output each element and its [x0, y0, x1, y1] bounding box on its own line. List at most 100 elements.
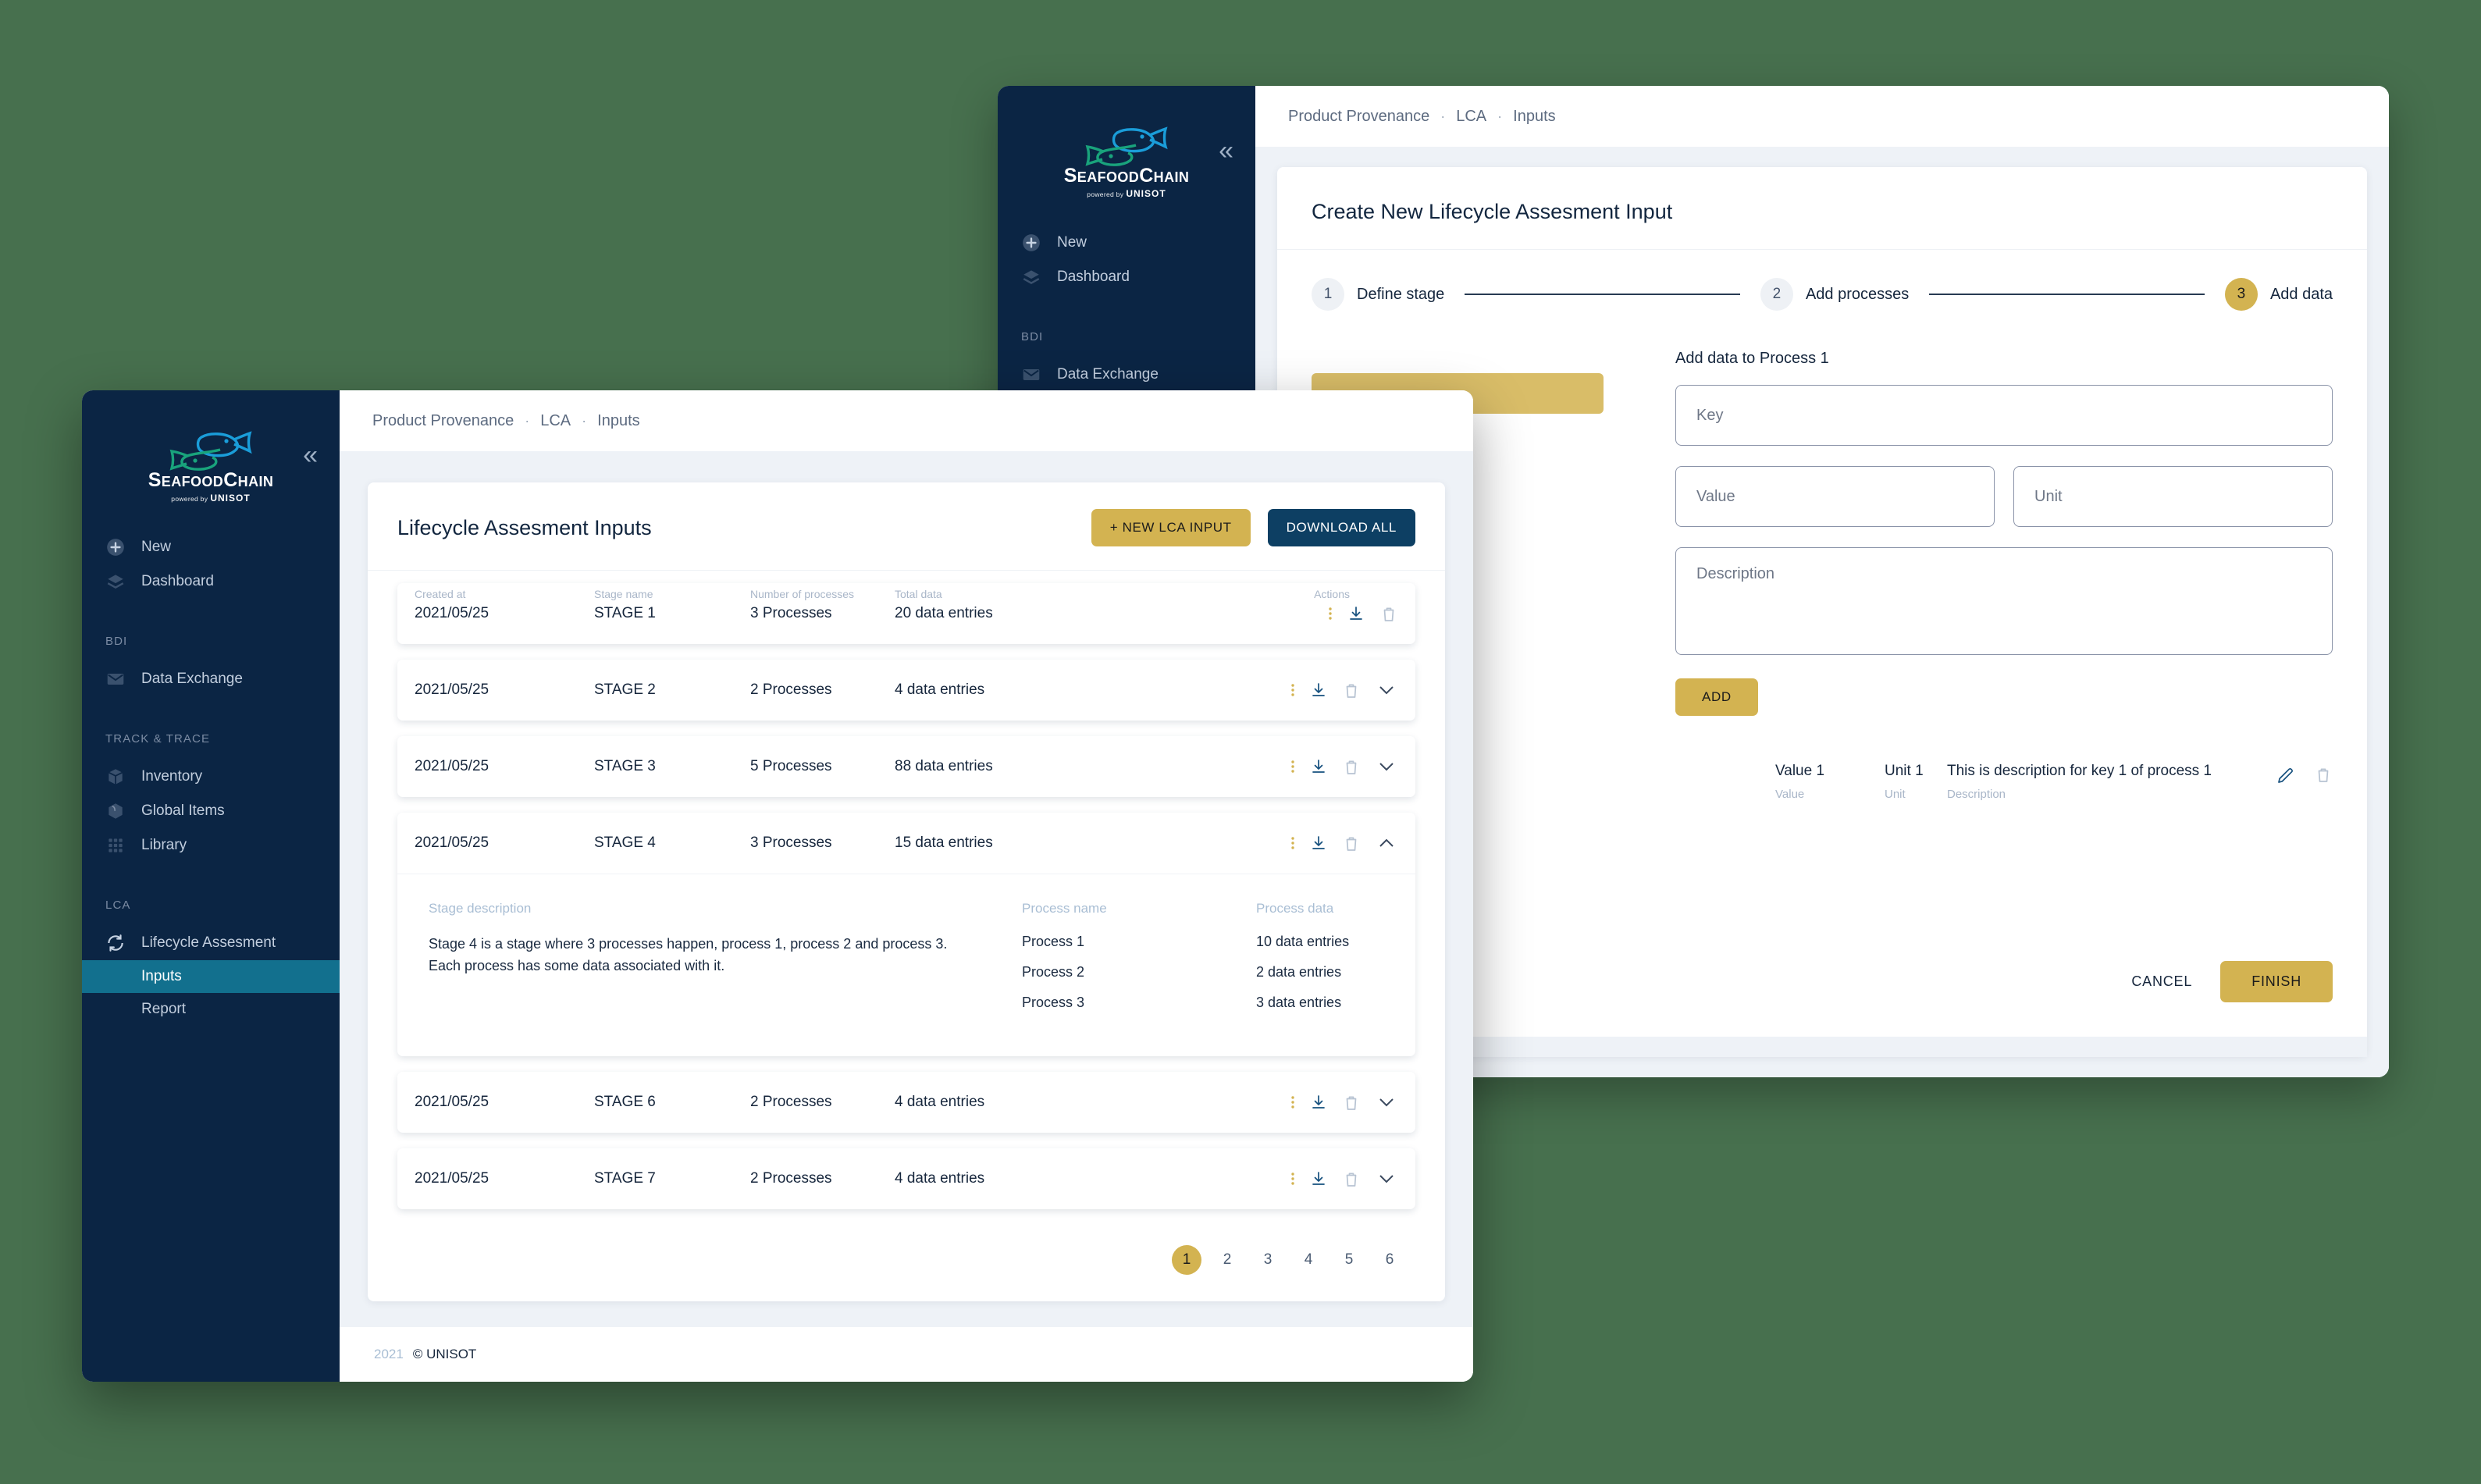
sidebar-item-label: New — [1057, 234, 1087, 251]
download-all-button[interactable]: DOWNLOAD ALL — [1267, 509, 1415, 546]
more-options-kebab-icon[interactable] — [1290, 756, 1295, 777]
sidebar-group-lca: LCA — [105, 899, 131, 913]
pagination: 1 2 3 4 5 6 — [368, 1225, 1445, 1301]
sidebar-item-global-items[interactable]: Global Items — [82, 794, 340, 828]
sidebar-item-label: Data Exchange — [1057, 366, 1159, 383]
brand-powered-by: powered by — [171, 495, 208, 504]
entry-value-cell: Value 1 Value — [1775, 763, 1885, 801]
download-icon[interactable] — [1347, 603, 1365, 624]
delete-trash-icon[interactable] — [1342, 833, 1361, 853]
value-input[interactable] — [1675, 466, 1995, 527]
sidebar-item-lifecycle-assesment[interactable]: Lifecycle Assesment — [82, 926, 340, 960]
cell-processes: 5 Processes — [750, 758, 832, 774]
delete-trash-icon[interactable] — [1342, 756, 1361, 777]
breadcrumb-separator: · — [525, 412, 530, 429]
sidebar-item-report[interactable]: Report — [82, 993, 340, 1026]
expand-row-chevron-down-icon[interactable] — [1375, 759, 1398, 774]
breadcrumb-item-inputs[interactable]: Inputs — [597, 412, 639, 430]
plus-circle-icon — [1021, 233, 1041, 253]
breadcrumb-item-product-provenance[interactable]: Product Provenance — [1288, 108, 1429, 126]
finish-button[interactable]: FINISH — [2220, 961, 2333, 1002]
expand-row-chevron-down-icon[interactable] — [1375, 682, 1398, 698]
collapse-sidebar-button[interactable]: « — [303, 442, 318, 468]
breadcrumb-item-inputs[interactable]: Inputs — [1513, 108, 1555, 126]
pagination-page-1[interactable]: 1 — [1172, 1245, 1201, 1275]
more-options-kebab-icon[interactable] — [1290, 1092, 1295, 1112]
brand-s: S — [148, 469, 162, 491]
sidebar-item-data-exchange[interactable]: Data Exchange — [82, 662, 340, 696]
unit-input[interactable] — [2013, 466, 2333, 527]
column-header-stage-name: Stage name — [594, 588, 653, 600]
more-options-kebab-icon[interactable] — [1290, 1169, 1295, 1189]
sidebar-item-new[interactable]: New — [998, 226, 1255, 260]
download-icon[interactable] — [1309, 1169, 1328, 1189]
step-add-data[interactable]: 3 Add data — [2224, 278, 2333, 311]
breadcrumb-back: Product Provenance · LCA · Inputs — [1255, 86, 2389, 147]
collapse-row-chevron-up-icon[interactable] — [1375, 835, 1398, 851]
pagination-page-4[interactable]: 4 — [1294, 1245, 1323, 1275]
table-row[interactable]: 2021/05/25 STAGE 3 5 Processes 88 data e… — [397, 736, 1415, 797]
delete-trash-icon[interactable] — [1379, 603, 1398, 624]
breadcrumb-item-product-provenance[interactable]: Product Provenance — [372, 412, 514, 430]
sidebar-item-dashboard[interactable]: Dashboard — [82, 564, 340, 599]
process-data: 3 data entries — [1256, 995, 1342, 1010]
sidebar-item-new[interactable]: New — [82, 530, 340, 564]
breadcrumb-item-lca[interactable]: LCA — [1456, 108, 1486, 126]
sidebar-item-label: Library — [141, 837, 187, 854]
collapse-sidebar-button[interactable]: « — [1219, 137, 1233, 164]
cancel-button[interactable]: CANCEL — [2123, 963, 2200, 1001]
cell-stage-name: STAGE 1 — [594, 605, 656, 621]
process-name-column: Process name Process 1 Process 2 Process… — [1022, 901, 1256, 1025]
sidebar-item-inventory[interactable]: Inventory — [82, 760, 340, 794]
column-header-created-at: Created at — [415, 588, 466, 600]
sidebar-item-data-exchange[interactable]: Data Exchange — [998, 358, 1255, 392]
download-icon[interactable] — [1309, 756, 1328, 777]
cell-created-at: 2021/05/25 — [415, 1094, 489, 1110]
pagination-page-3[interactable]: 3 — [1253, 1245, 1283, 1275]
download-icon[interactable] — [1309, 833, 1328, 853]
envelope-icon — [105, 669, 126, 689]
row-actions — [1098, 756, 1398, 777]
breadcrumb-item-lca[interactable]: LCA — [540, 412, 571, 430]
table-row[interactable]: 2021/05/25 STAGE 2 2 Processes 4 data en… — [397, 660, 1415, 721]
row-actions — [1098, 680, 1398, 700]
brand-powered-by: powered by — [1087, 190, 1124, 199]
description-input[interactable] — [1675, 547, 2333, 655]
more-options-kebab-icon[interactable] — [1290, 680, 1295, 700]
sidebar-item-dashboard[interactable]: Dashboard — [998, 260, 1255, 294]
add-data-form: Add data to Process 1 ADD — [1675, 350, 2333, 961]
new-lca-input-button[interactable]: + NEW LCA INPUT — [1091, 509, 1251, 546]
table-row[interactable]: 2021/05/25 STAGE 6 2 Processes 4 data en… — [397, 1072, 1415, 1133]
step-define-stage[interactable]: 1 Define stage — [1312, 278, 1444, 311]
edit-pencil-icon[interactable] — [2276, 764, 2295, 785]
card-action-buttons: + NEW LCA INPUT DOWNLOAD ALL — [1091, 509, 1415, 546]
sidebar-item-library[interactable]: Library — [82, 828, 340, 863]
sidebar-item-label: Lifecycle Assesment — [141, 934, 276, 952]
stepper-connector — [1929, 294, 2205, 295]
download-icon[interactable] — [1309, 1092, 1328, 1112]
step-add-processes[interactable]: 2 Add processes — [1760, 278, 1909, 311]
brand-c: C — [1139, 165, 1154, 187]
pagination-page-5[interactable]: 5 — [1334, 1245, 1364, 1275]
more-options-kebab-icon[interactable] — [1328, 603, 1333, 624]
sidebar-item-inputs[interactable]: Inputs — [82, 960, 340, 994]
add-data-button[interactable]: ADD — [1675, 678, 1758, 716]
table-row[interactable]: 2021/05/25 STAGE 7 2 Processes 4 data en… — [397, 1148, 1415, 1209]
pagination-page-2[interactable]: 2 — [1212, 1245, 1242, 1275]
more-options-kebab-icon[interactable] — [1290, 833, 1295, 853]
delete-trash-icon[interactable] — [1342, 1092, 1361, 1112]
delete-trash-icon[interactable] — [1342, 1169, 1361, 1189]
download-icon[interactable] — [1309, 680, 1328, 700]
breadcrumb-separator: · — [582, 412, 587, 429]
lca-inputs-card: Lifecycle Assesment Inputs + NEW LCA INP… — [368, 482, 1445, 1301]
delete-trash-icon[interactable] — [1342, 680, 1361, 700]
key-input[interactable] — [1675, 385, 2333, 446]
page-title: Lifecycle Assesment Inputs — [397, 515, 652, 539]
process-data: 2 data entries — [1256, 964, 1342, 980]
expand-row-chevron-down-icon[interactable] — [1375, 1171, 1398, 1187]
table-row[interactable]: 2021/05/25 STAGE 4 3 Processes 15 data e… — [397, 813, 1415, 1056]
pagination-page-6[interactable]: 6 — [1375, 1245, 1404, 1275]
delete-trash-icon[interactable] — [2314, 764, 2333, 785]
entry-unit-cell: Unit 1 Unit — [1885, 763, 1947, 801]
expand-row-chevron-down-icon[interactable] — [1375, 1094, 1398, 1110]
